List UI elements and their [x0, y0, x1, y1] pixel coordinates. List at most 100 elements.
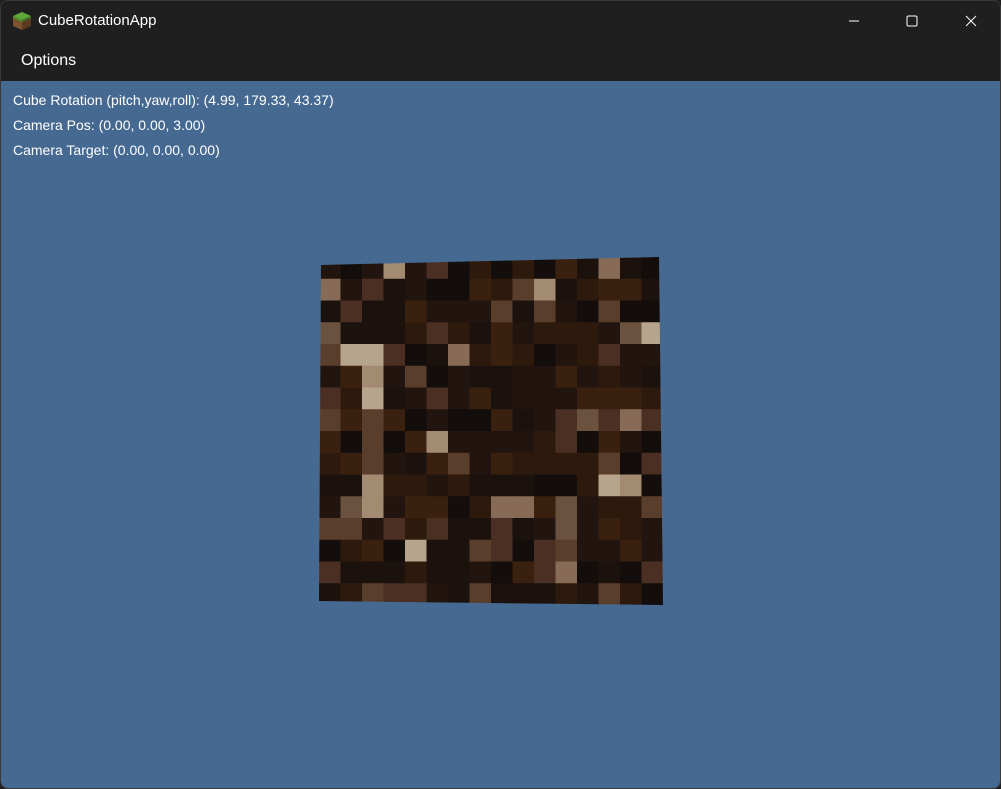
texture-tile [534, 365, 557, 389]
texture-tile [362, 257, 385, 280]
texture-tile [448, 561, 471, 584]
texture-tile [319, 387, 342, 410]
texture-tile [620, 496, 643, 519]
texture-tile [383, 365, 406, 389]
texture-tile [448, 539, 471, 563]
texture-tile [491, 496, 514, 519]
texture-tile [577, 431, 600, 454]
texture-tile [491, 387, 514, 410]
texture-tile [469, 322, 492, 345]
app-window: CubeRotationApp Options Cube Rotation (p… [0, 0, 1001, 789]
texture-tile [383, 452, 406, 476]
texture-tile [598, 322, 621, 345]
texture-tile [512, 322, 535, 345]
texture-tile [426, 365, 449, 389]
texture-tile [340, 257, 363, 280]
texture-tile [405, 344, 428, 367]
texture-tile [512, 278, 535, 302]
texture-tile [534, 539, 557, 563]
texture-tile [641, 518, 663, 541]
texture-tile [469, 344, 492, 367]
texture-tile [405, 278, 428, 302]
texture-tile [362, 278, 385, 302]
texture-tile [448, 387, 471, 410]
texture-tile [534, 387, 557, 410]
texture-tile [641, 496, 663, 519]
texture-tile [362, 496, 385, 519]
texture-tile [448, 431, 471, 454]
texture-tile [383, 474, 406, 497]
texture-tile [641, 452, 663, 476]
texture-tile [534, 257, 557, 280]
texture-tile [426, 431, 449, 454]
texture-tile [405, 452, 428, 476]
texture-tile [491, 539, 514, 563]
texture-tile [383, 431, 406, 454]
texture-tile [383, 539, 406, 563]
texture-tile [469, 452, 492, 476]
texture-tile [340, 409, 363, 432]
render-viewport[interactable]: Cube Rotation (pitch,yaw,roll): (4.99, 1… [1, 81, 1000, 788]
texture-tile [491, 300, 514, 323]
texture-tile [512, 518, 535, 541]
texture-tile [620, 322, 643, 345]
close-button[interactable] [948, 1, 994, 41]
texture-tile [426, 278, 449, 302]
texture-tile [426, 257, 449, 280]
texture-tile [383, 322, 406, 345]
texture-tile [512, 365, 535, 389]
texture-tile [641, 431, 663, 454]
texture-tile [598, 539, 621, 563]
texture-tile [598, 561, 621, 584]
texture-tile [512, 452, 535, 476]
camera-pos-readout: Camera Pos: (0.00, 0.00, 3.00) [13, 117, 206, 133]
texture-tile [448, 452, 471, 476]
texture-tile [555, 583, 578, 605]
texture-tile [340, 344, 363, 367]
texture-tile [620, 387, 643, 410]
dirt-cube [319, 257, 663, 605]
title-bar[interactable]: CubeRotationApp [1, 1, 1000, 41]
texture-tile [362, 561, 385, 584]
texture-tile [448, 344, 471, 367]
texture-tile [319, 257, 342, 280]
texture-tile [448, 518, 471, 541]
texture-tile [469, 431, 492, 454]
texture-tile [319, 561, 342, 584]
close-icon [965, 15, 977, 27]
texture-tile [577, 409, 600, 432]
texture-tile [620, 452, 643, 476]
texture-tile [555, 387, 578, 410]
texture-tile [469, 278, 492, 302]
texture-tile [512, 257, 535, 280]
texture-tile [340, 539, 363, 563]
texture-tile [534, 409, 557, 432]
texture-tile [469, 300, 492, 323]
texture-tile [555, 257, 578, 280]
menu-options[interactable]: Options [9, 47, 88, 75]
texture-tile [469, 518, 492, 541]
texture-tile [362, 322, 385, 345]
texture-tile [641, 300, 663, 323]
texture-tile [405, 431, 428, 454]
texture-tile [598, 431, 621, 454]
minimize-button[interactable] [831, 1, 877, 41]
texture-tile [426, 518, 449, 541]
texture-tile [340, 474, 363, 497]
texture-tile [362, 300, 385, 323]
texture-tile [620, 257, 643, 280]
texture-tile [641, 365, 663, 389]
texture-tile [555, 300, 578, 323]
texture-tile [426, 539, 449, 563]
texture-tile [405, 474, 428, 497]
camera-target-readout: Camera Target: (0.00, 0.00, 0.00) [13, 142, 220, 158]
texture-tile [426, 496, 449, 519]
maximize-button[interactable] [889, 1, 935, 41]
texture-tile [362, 583, 385, 605]
window-title: CubeRotationApp [38, 12, 157, 29]
texture-tile [426, 344, 449, 367]
texture-tile [598, 452, 621, 476]
texture-tile [534, 322, 557, 345]
texture-tile [620, 365, 643, 389]
texture-tile [620, 409, 643, 432]
